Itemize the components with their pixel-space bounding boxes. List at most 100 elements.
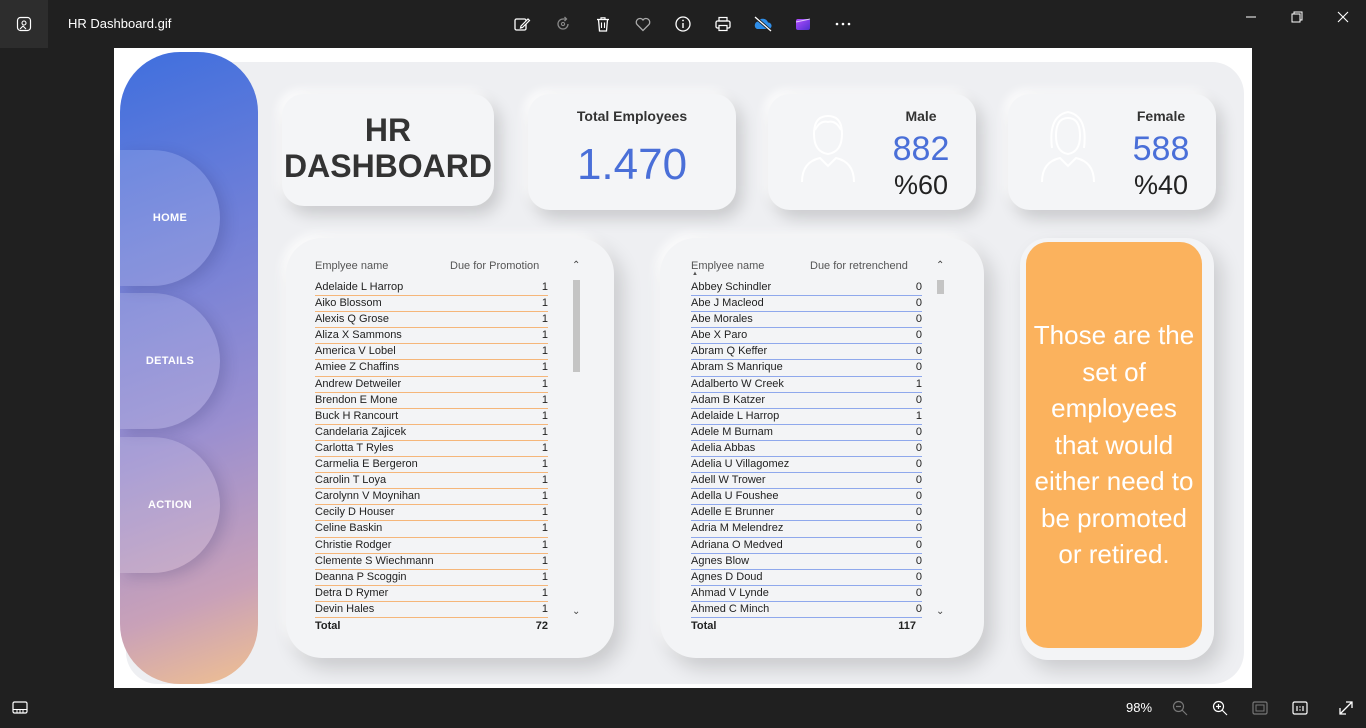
promotion-table-row[interactable]: Detra D Rymer 1 xyxy=(315,586,548,602)
retrench-table-row[interactable]: Ahmed C Minch 0 xyxy=(691,602,922,618)
promotion-table-row[interactable]: Deanna P Scoggin 1 xyxy=(315,570,548,586)
close-button[interactable] xyxy=(1328,6,1358,28)
promotion-scrollbar-thumb[interactable] xyxy=(573,280,580,372)
more-icon[interactable] xyxy=(831,12,855,36)
retrench-table-row[interactable]: Adele M Burnam 0 xyxy=(691,425,922,441)
retrench-col-name-header[interactable]: Emplyee name xyxy=(691,260,764,272)
retrench-table-row[interactable]: Adalberto W Creek 1 xyxy=(691,377,922,393)
promotion-col-value-header[interactable]: Due for Promotion xyxy=(450,260,539,272)
retrench-table-row[interactable]: Adelia Abbas 0 xyxy=(691,441,922,458)
retrench-table-row[interactable]: Adelle E Brunner 0 xyxy=(691,505,922,522)
zoom-out-icon[interactable] xyxy=(1168,696,1192,720)
promotion-row-value: 1 xyxy=(541,538,548,551)
nav-home-button[interactable]: HOME xyxy=(120,150,220,286)
dashboard-title: HR DASHBOARD xyxy=(282,112,494,184)
promotion-table-row[interactable]: Carolynn V Moynihan 1 xyxy=(315,489,548,506)
retrench-row-value: 0 xyxy=(915,474,922,487)
nav-details-label: DETAILS xyxy=(145,355,195,367)
window-title: HR Dashboard.gif xyxy=(68,16,172,31)
delete-icon[interactable] xyxy=(591,12,615,36)
retrench-table-row[interactable]: Ahmad V Lynde 0 xyxy=(691,586,922,602)
edit-icon[interactable] xyxy=(510,12,534,36)
retrench-table-row[interactable]: Abbey Schindler 0 xyxy=(691,280,922,297)
promotion-table-row[interactable]: Adelaide L Harrop 1 xyxy=(315,280,548,297)
print-icon[interactable] xyxy=(711,12,735,36)
nav-details-button[interactable]: DETAILS xyxy=(120,293,220,429)
promotion-table-row[interactable]: Christie Rodger 1 xyxy=(315,538,548,554)
promotion-table-row[interactable]: Buck H Rancourt 1 xyxy=(315,409,548,425)
promotion-table-row[interactable]: Aliza X Sammons 1 xyxy=(315,328,548,345)
retrench-table-row[interactable]: Abe X Paro 0 xyxy=(691,328,922,345)
retrench-row-value: 1 xyxy=(915,377,922,390)
promotion-table-row[interactable]: Cecily D Houser 1 xyxy=(315,505,548,522)
retrench-row-name: Ahmad V Lynde xyxy=(691,586,769,599)
promotion-table-row[interactable]: Brendon E Mone 1 xyxy=(315,393,548,409)
retrench-row-name: Adam B Katzer xyxy=(691,393,765,406)
promotion-table-row[interactable]: Clemente S Wiechmann 1 xyxy=(315,554,548,570)
retrench-table-row[interactable]: Adell W Trower 0 xyxy=(691,473,922,490)
hr-dashboard-image: HOME DETAILS ACTION HR DASHBOARD Total E… xyxy=(114,48,1252,688)
retrench-table-row[interactable]: Adelaide L Harrop 1 xyxy=(691,409,922,425)
retrench-table-row[interactable]: Adella U Foushee 0 xyxy=(691,489,922,506)
promotion-scroll-up-icon[interactable]: ⌃ xyxy=(572,260,580,271)
actual-size-icon[interactable] xyxy=(1288,696,1312,720)
clipchamp-icon[interactable] xyxy=(791,12,815,36)
promotion-scroll-down-icon[interactable]: ⌄ xyxy=(572,606,580,617)
retrench-row-value: 0 xyxy=(915,345,922,358)
female-label: Female xyxy=(1136,108,1186,124)
promotion-table-row[interactable]: America V Lobel 1 xyxy=(315,344,548,361)
male-percent: %60 xyxy=(893,170,949,200)
retrench-table-row[interactable]: Adriana O Medved 0 xyxy=(691,538,922,554)
promotion-row-value: 1 xyxy=(541,522,548,535)
promotion-row-name: Adelaide L Harrop xyxy=(315,281,404,293)
retrench-col-value-header[interactable]: Due for retrenchend xyxy=(810,260,908,272)
retrench-row-name: Adalberto W Creek xyxy=(691,377,784,390)
nav-action-button[interactable]: ACTION xyxy=(120,437,220,573)
retrench-table-row[interactable]: Abe Morales 0 xyxy=(691,312,922,329)
retrench-scroll-down-icon[interactable]: ⌄ xyxy=(936,606,944,617)
promotion-table-row[interactable]: Carlotta T Ryles 1 xyxy=(315,441,548,458)
promotion-row-name: Alexis Q Grose xyxy=(315,313,389,326)
male-card: Male 882 %60 xyxy=(768,94,976,210)
photos-app-icon[interactable] xyxy=(0,0,48,48)
promotion-col-name-header[interactable]: Emplyee name xyxy=(315,260,388,272)
retrench-scrollbar-thumb[interactable] xyxy=(937,280,944,294)
favorite-icon[interactable] xyxy=(631,12,655,36)
note-card: Those are the set of employees that woul… xyxy=(1026,242,1202,648)
zoom-in-icon[interactable] xyxy=(1208,696,1232,720)
retrench-table-row[interactable]: Agnes Blow 0 xyxy=(691,554,922,570)
retrench-table-row[interactable]: Adam B Katzer 0 xyxy=(691,393,922,409)
promotion-table-row[interactable]: Amiee Z Chaffins 1 xyxy=(315,360,548,377)
retrench-table-row[interactable]: Agnes D Doud 0 xyxy=(691,570,922,586)
promotion-table-row[interactable]: Celine Baskin 1 xyxy=(315,521,548,538)
retrench-table-row[interactable]: Abram S Manrique 0 xyxy=(691,360,922,377)
retrench-row-value: 1 xyxy=(915,409,922,422)
info-icon[interactable] xyxy=(671,12,695,36)
retrench-table-row[interactable]: Adria M Melendrez 0 xyxy=(691,521,922,538)
promotion-row-name: Carolin T Loya xyxy=(315,474,387,487)
promotion-table-row[interactable]: Andrew Detweiler 1 xyxy=(315,377,548,393)
retrench-table-row[interactable]: Adelia U Villagomez 0 xyxy=(691,457,922,474)
retrench-table-row[interactable]: Abe J Macleod 0 xyxy=(691,296,922,313)
promotion-row-value: 1 xyxy=(541,586,548,599)
promotion-table-row[interactable]: Devin Hales 1 xyxy=(315,602,548,618)
promotion-row-value: 1 xyxy=(541,297,548,310)
restore-button[interactable] xyxy=(1282,6,1312,28)
promotion-table-row[interactable]: Candelaria Zajicek 1 xyxy=(315,425,548,441)
onedrive-icon[interactable] xyxy=(751,12,775,36)
promotion-row-name: Detra D Rymer xyxy=(315,586,389,599)
retrench-row-name: Ahmed C Minch xyxy=(691,602,770,615)
retrench-row-name: Adele M Burnam xyxy=(691,425,773,438)
promotion-table-row[interactable]: Aiko Blossom 1 xyxy=(315,296,548,313)
retrench-scroll-up-icon[interactable]: ⌃ xyxy=(936,260,944,271)
minimize-button[interactable] xyxy=(1236,6,1266,28)
promotion-table-row[interactable]: Alexis Q Grose 1 xyxy=(315,312,548,329)
promotion-table-row[interactable]: Carolin T Loya 1 xyxy=(315,473,548,490)
fullscreen-icon[interactable] xyxy=(1334,696,1358,720)
retrench-row-value: 0 xyxy=(915,506,922,519)
rotate-icon[interactable] xyxy=(551,12,575,36)
fit-to-window-icon[interactable] xyxy=(1248,696,1272,720)
retrench-table-row[interactable]: Abram Q Keffer 0 xyxy=(691,344,922,361)
promotion-table-row[interactable]: Carmelia E Bergeron 1 xyxy=(315,457,548,474)
filmstrip-icon[interactable] xyxy=(8,696,32,720)
